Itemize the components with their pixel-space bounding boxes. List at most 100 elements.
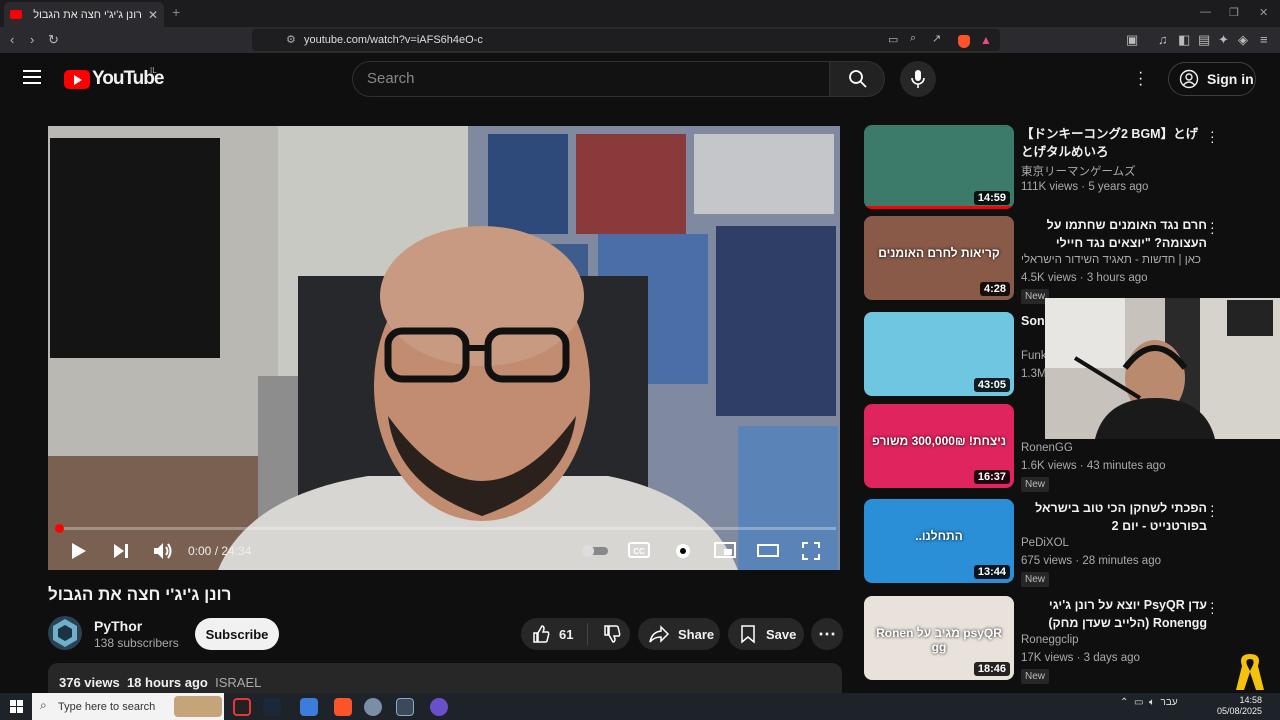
vpn-icon[interactable]: ◈ xyxy=(1238,32,1248,48)
new-tab-icon[interactable]: + xyxy=(172,4,180,20)
theater-mode-icon[interactable] xyxy=(757,541,779,559)
window-close-icon[interactable]: ✕ xyxy=(1259,6,1268,19)
rewards-icon[interactable]: ▲ xyxy=(980,33,992,47)
search-button[interactable] xyxy=(829,61,885,97)
recommendation-channel[interactable]: PeDiXOL xyxy=(1021,537,1069,549)
subscribe-button[interactable]: Subscribe xyxy=(195,618,279,650)
browser-menu-icon[interactable]: ≡ xyxy=(1260,32,1268,47)
recommendation-item[interactable]: 4:28 קריאות לחרם האומנים חרם נגד האומנים ש… xyxy=(864,215,1274,308)
youtube-play-icon xyxy=(64,69,90,89)
thumbs-down-icon[interactable] xyxy=(602,624,622,644)
miniplayer-icon[interactable] xyxy=(714,541,736,559)
language-indicator[interactable]: עבר xyxy=(1161,697,1178,708)
video-thumbnail[interactable]: 18:46 psyQR מגיב על Ronen gg xyxy=(864,596,1014,680)
recommendation-title[interactable]: עדן PsyQR יוצא על רונן ג'יגי Ronengg (הל… xyxy=(1021,596,1207,632)
channel-name[interactable]: PyThor xyxy=(94,618,142,634)
yellow-ribbon-icon xyxy=(1236,654,1264,690)
video-thumbnail[interactable]: 16:37 ניצחת! 300,000₪ משורפ xyxy=(864,404,1014,488)
browser-nav-bar: ‹ › ↻ 🔖︎ ⚙︎ youtube.com/watch?v=iAFS6h4e… xyxy=(0,27,1280,53)
browser-tab-bar: רונן ג'יג'י חצה את הגבול - YouTube ✕ + —… xyxy=(0,0,1280,27)
back-icon[interactable]: ‹ xyxy=(10,32,14,47)
video-thumbnail[interactable]: 14:59 xyxy=(864,125,1014,209)
clock[interactable]: 14:58 05/08/2025 xyxy=(1202,695,1262,717)
recommendation-title[interactable]: 【ドンキーコング2 BGM】とげとげタルめいろ xyxy=(1021,125,1207,161)
fullscreen-icon[interactable] xyxy=(801,541,821,561)
more-vertical-icon[interactable]: ··· xyxy=(1210,215,1216,239)
browser-tab[interactable]: רונן ג'יג'י חצה את הגבול - YouTube ✕ xyxy=(4,2,164,27)
wallet-icon[interactable]: ▤ xyxy=(1198,32,1210,48)
address-bar[interactable]: ⚙︎ youtube.com/watch?v=iAFS6h4eO-c ▭ ⌕ ↗… xyxy=(252,29,1000,51)
progress-bar[interactable] xyxy=(58,527,836,530)
recommendation-channel[interactable]: Funk xyxy=(1021,350,1047,362)
recommendation-title[interactable]: חרם נגד האומנים שחתמו על העצומה? "יוצאים… xyxy=(1021,216,1207,252)
video-thumbnail[interactable]: 43:05 xyxy=(864,312,1014,396)
more-vertical-icon[interactable]: ··· xyxy=(1210,595,1216,619)
minimize-icon[interactable]: — xyxy=(1200,6,1211,18)
like-button[interactable]: 61 xyxy=(531,624,573,644)
network-icon[interactable]: ▭ xyxy=(1134,697,1143,708)
hamburger-menu-icon[interactable] xyxy=(23,70,41,84)
sign-in-button[interactable]: Sign in xyxy=(1168,62,1256,96)
music-icon[interactable]: ♫ xyxy=(1158,32,1168,47)
recommendation-item[interactable]: 18:46 psyQR מגיב על Ronen gg עדן PsyQR יוצ… xyxy=(864,595,1274,688)
reload-icon[interactable]: ↻ xyxy=(48,32,59,48)
more-actions-button[interactable]: ⋯ xyxy=(811,618,843,650)
duration-badge: 13:44 xyxy=(973,565,1010,579)
site-info-icon[interactable]: ⚙︎ xyxy=(286,33,296,46)
panel-icon[interactable]: ◧ xyxy=(1178,32,1190,48)
more-vertical-icon[interactable]: ··· xyxy=(1210,124,1216,148)
chevron-up-icon[interactable]: ⌃ xyxy=(1120,697,1128,708)
video-thumbnail[interactable]: 13:44 התחלנו.. xyxy=(864,499,1014,583)
subscriber-count: 138 subscribers xyxy=(94,636,179,650)
share-button[interactable]: Share xyxy=(638,618,720,650)
location-tag[interactable]: ISRAEL xyxy=(215,675,261,690)
taskbar-app-icon[interactable] xyxy=(364,698,382,716)
taskbar-app-icon[interactable] xyxy=(300,698,318,716)
taskbar-app-icon[interactable] xyxy=(233,698,251,716)
taskbar-search[interactable]: ⌕ Type here to search xyxy=(32,693,224,720)
recommendation-channel[interactable]: כאן | חדשות - תאגיד השידור הישראלי xyxy=(1021,254,1201,266)
windows-start-icon[interactable] xyxy=(10,700,23,713)
channel-avatar[interactable] xyxy=(48,616,82,650)
recommendation-item[interactable]: 14:59 【ドンキーコング2 BGM】とげとげタルめいろ 東京リーマンゲームズ 11… xyxy=(864,124,1274,217)
screen-icon[interactable]: ▭ xyxy=(888,33,898,46)
sidebar-icon[interactable]: ▣ xyxy=(1126,32,1138,48)
recommendation-meta: 675 views · 28 minutes ago xyxy=(1021,555,1161,567)
forward-icon[interactable]: › xyxy=(30,32,34,47)
video-thumbnail[interactable]: 4:28 קריאות לחרם האומנים xyxy=(864,216,1014,300)
taskbar-app-icon[interactable] xyxy=(396,698,414,716)
play-icon[interactable] xyxy=(70,541,88,561)
ai-icon[interactable]: ✦ xyxy=(1218,32,1229,48)
speaker-icon[interactable]: 🔈︎ xyxy=(1149,697,1155,708)
save-button[interactable]: Save xyxy=(728,618,804,650)
country-code: IL xyxy=(150,66,157,75)
taskbar-search-icon: ⌕ xyxy=(40,698,47,712)
zoom-icon[interactable]: ⌕ xyxy=(910,32,916,45)
close-tab-icon[interactable]: ✕ xyxy=(148,8,158,22)
taskbar-app-icon[interactable] xyxy=(430,698,448,716)
share-page-icon[interactable]: ↗ xyxy=(932,32,941,45)
restore-icon[interactable]: ❐ xyxy=(1229,6,1239,19)
volume-icon[interactable] xyxy=(152,541,174,561)
voice-search-button[interactable] xyxy=(900,61,936,97)
recommendation-channel[interactable]: RonenGG xyxy=(1021,442,1073,454)
autoplay-toggle-icon[interactable] xyxy=(582,544,608,558)
more-vertical-icon[interactable]: ··· xyxy=(1210,498,1216,522)
video-player[interactable] xyxy=(48,126,840,570)
search-input[interactable] xyxy=(367,70,807,87)
captions-icon[interactable]: CC xyxy=(628,541,650,559)
youtube-logo[interactable]: YouTube IL xyxy=(64,66,164,90)
settings-more-icon[interactable]: · · · xyxy=(1138,65,1148,93)
recommendation-channel[interactable]: Roneggclip xyxy=(1021,634,1079,646)
next-icon[interactable] xyxy=(112,541,130,561)
brave-icon[interactable] xyxy=(334,698,352,716)
recommendation-item[interactable]: 13:44 התחלנו.. הפכתי לשחקן הכי טוב בישראל … xyxy=(864,498,1274,591)
progress-scrubber[interactable] xyxy=(55,524,64,533)
recommendation-title[interactable]: הפכתי לשחקן הכי טוב בישראל בפורטנייט - י… xyxy=(1021,499,1207,535)
search-box[interactable] xyxy=(352,61,830,97)
steam-icon[interactable] xyxy=(263,698,281,716)
duration-badge: 4:28 xyxy=(979,282,1010,296)
settings-gear-icon[interactable] xyxy=(673,541,693,561)
brave-shield-icon[interactable] xyxy=(958,35,970,48)
recommendation-channel[interactable]: 東京リーマンゲームズ xyxy=(1021,163,1136,179)
